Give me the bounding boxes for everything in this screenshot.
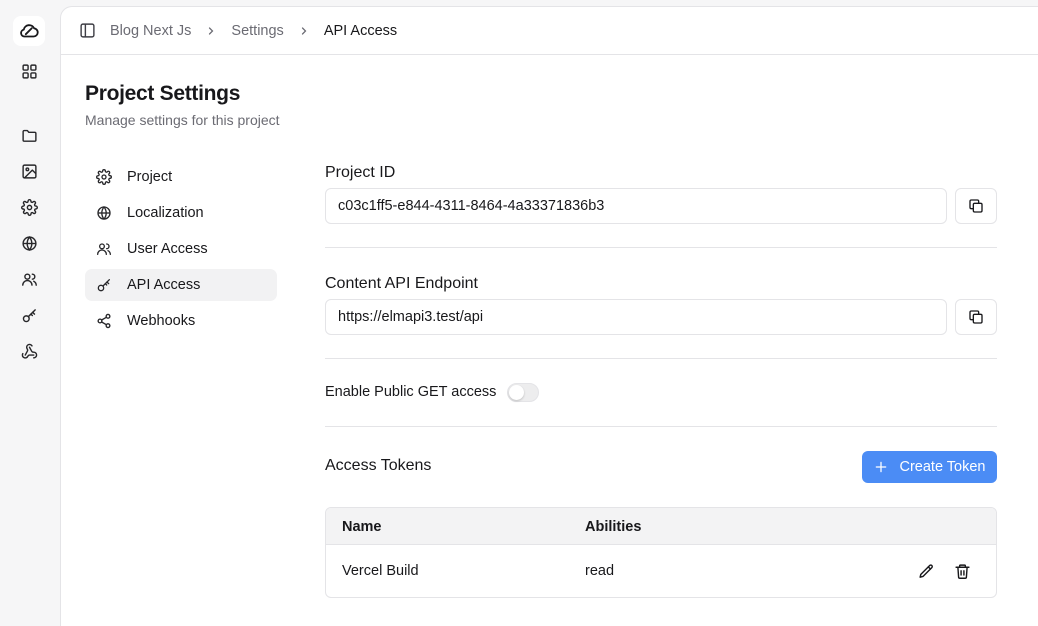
grid-icon[interactable] [13,56,45,86]
pencil-icon[interactable] [916,561,936,581]
divider [325,247,997,248]
copy-project-id-button[interactable] [955,188,997,224]
icon-rail [0,0,60,626]
token-name: Vercel Build [342,563,419,579]
image-icon[interactable] [13,156,45,186]
public-get-toggle[interactable] [507,383,539,402]
column-header-abilities: Abilities [585,519,642,535]
create-token-label: Create Token [899,459,986,475]
tokens-table: Name Abilities Vercel Build read [325,507,997,598]
trash-icon[interactable] [952,561,972,581]
breadcrumb-project[interactable]: Blog Next Js [110,23,191,39]
users-icon[interactable] [13,264,45,294]
nav-item-webhooks[interactable]: Webhooks [85,305,277,337]
folder-icon[interactable] [13,120,45,150]
settings-nav: Project Localization User Access API Acc… [85,161,277,341]
access-tokens-title: Access Tokens [325,457,432,474]
nav-item-label: Webhooks [127,313,196,329]
globe-icon[interactable] [13,228,45,258]
copy-endpoint-button[interactable] [955,299,997,335]
cloud-logo-icon[interactable] [13,16,45,46]
breadcrumb-current: API Access [323,22,398,39]
gear-icon [95,168,113,186]
column-header-name: Name [342,519,382,535]
page-title: Project Settings [85,82,241,105]
top-bar: Blog Next Js Settings API Access [61,7,1038,55]
nav-item-user-access[interactable]: User Access [85,233,277,265]
project-id-input[interactable] [325,188,947,224]
key-icon[interactable] [13,300,45,330]
nav-item-label: Localization [127,205,204,221]
table-row: Vercel Build read [326,545,996,597]
main-panel: Blog Next Js Settings API Access Project… [60,6,1038,626]
plus-icon [874,460,888,474]
nav-item-label: User Access [127,241,208,257]
table-header: Name Abilities [326,508,996,545]
page-subtitle: Manage settings for this project [85,112,280,128]
copy-icon [969,310,983,324]
nav-item-label: Project [127,169,173,185]
endpoint-label: Content API Endpoint [325,275,478,292]
project-id-label: Project ID [325,164,396,181]
chevron-right-icon [205,25,217,37]
share-nodes-icon [95,312,113,330]
toggle-knob [509,385,524,400]
nav-item-label: API Access [127,277,201,293]
token-abilities: read [585,563,615,579]
public-get-label: Enable Public GET access [325,384,497,400]
endpoint-input[interactable] [325,299,947,335]
nav-item-localization[interactable]: Localization [85,197,277,229]
gear-icon[interactable] [13,192,45,222]
webhook-icon[interactable] [13,336,45,366]
copy-icon [969,199,983,213]
divider [325,358,997,359]
key-icon [95,276,113,294]
users-icon [95,240,113,258]
sidebar-toggle-icon[interactable] [79,22,96,39]
nav-item-project[interactable]: Project [85,161,277,193]
globe-icon [95,204,113,222]
create-token-button[interactable]: Create Token [862,451,997,483]
nav-item-api-access[interactable]: API Access [85,269,277,301]
breadcrumb-settings[interactable]: Settings [231,23,283,39]
chevron-right-icon [298,25,310,37]
divider [325,426,997,427]
